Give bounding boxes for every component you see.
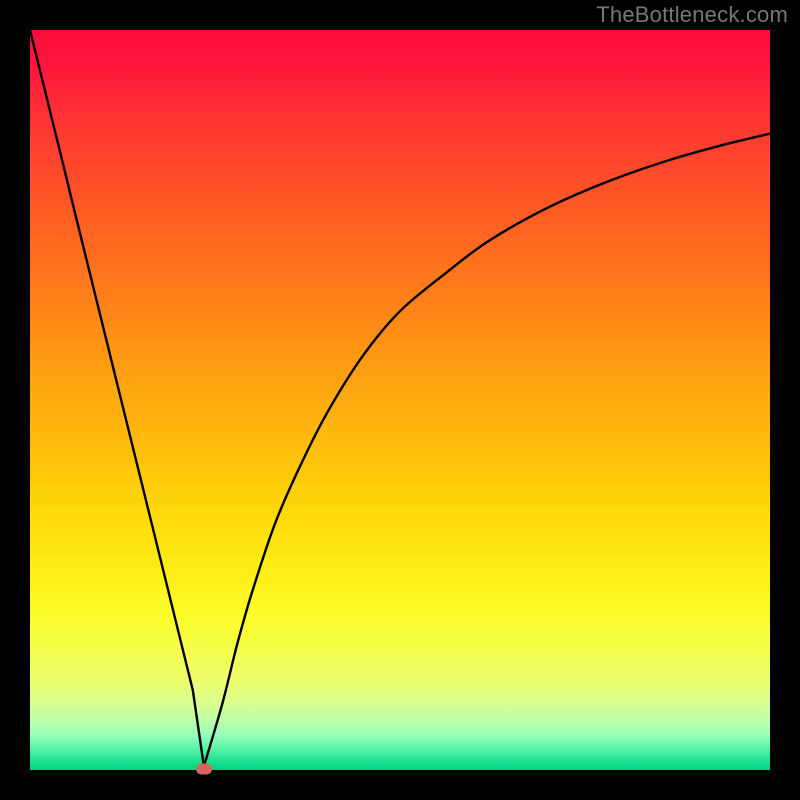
- chart-frame: TheBottleneck.com: [0, 0, 800, 800]
- curve-left: [30, 30, 204, 766]
- watermark-text: TheBottleneck.com: [596, 2, 788, 28]
- curve-svg: [30, 30, 770, 770]
- plot-area: [30, 30, 770, 770]
- curve-right: [204, 134, 770, 767]
- minimum-marker: [196, 763, 212, 774]
